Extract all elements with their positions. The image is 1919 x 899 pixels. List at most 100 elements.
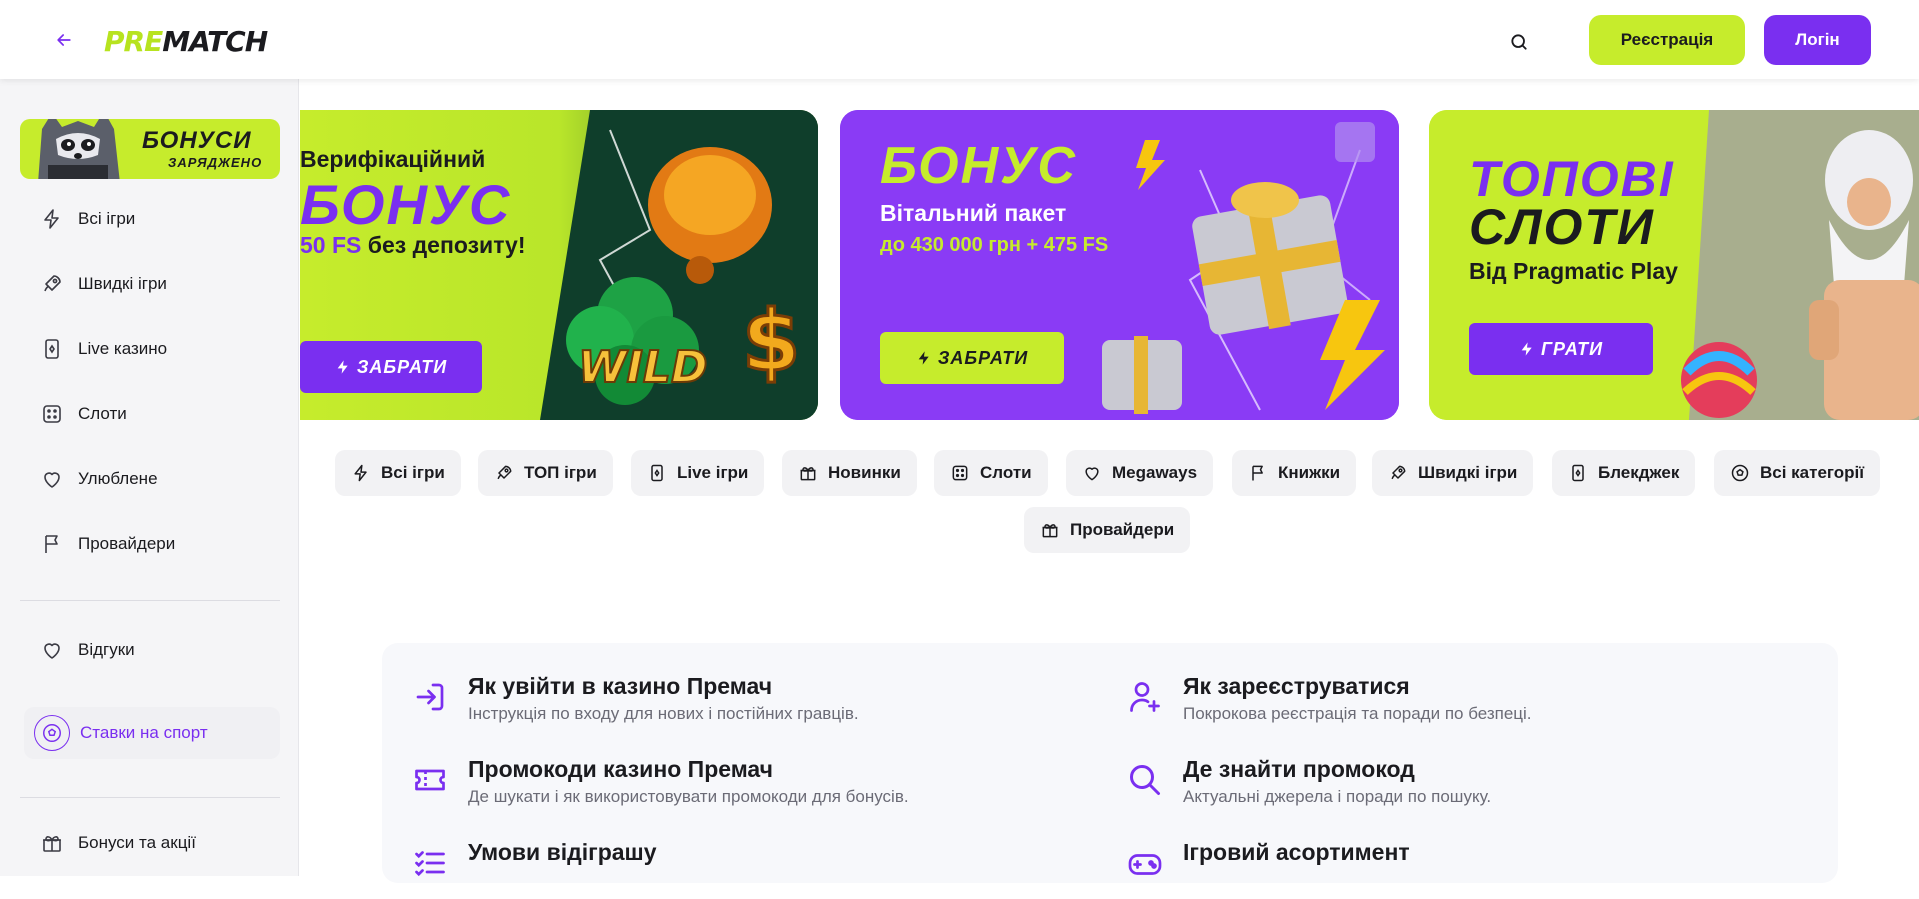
category-chip-new[interactable]: Новинки <box>782 450 917 496</box>
verification-bonus-banner[interactable]: $ WILD Верифікаційний БОНУС 50 FS без де… <box>300 110 818 420</box>
sidebar-item-bonuses[interactable]: Бонуси та акції <box>20 818 280 868</box>
sidebar-item-fast-games[interactable]: Швидкі ігри <box>20 259 280 309</box>
sidebar-item-label: Live казино <box>78 339 168 358</box>
raccoon-mascot-icon <box>38 119 120 179</box>
chip-label: Megaways <box>1112 463 1198 482</box>
banner-line-1: Від Pragmatic Play <box>1469 258 1678 284</box>
flag-icon <box>45 535 58 553</box>
category-chip-blackjack[interactable]: Блекджек <box>1552 450 1696 496</box>
heart-icon <box>1085 467 1099 481</box>
banner-big-title-2: СЛОТИ <box>1469 199 1655 255</box>
card-icon <box>1572 464 1584 482</box>
info-link-login[interactable]: Як увійти в казино Премач Інструкція по … <box>412 673 1092 733</box>
lightning-icon <box>337 360 348 374</box>
info-link-find-promocode[interactable]: Де знайти промокод Актуальні джерела і п… <box>1127 756 1807 816</box>
heart-icon <box>44 643 60 659</box>
gift-icon <box>1042 524 1058 538</box>
chip-label: ТОП ігри <box>524 463 597 482</box>
info-title: Ігровий асортимент <box>1183 839 1410 865</box>
sidebar-item-label: Швидкі ігри <box>78 274 167 293</box>
lightning-icon <box>918 351 929 365</box>
user-plus-icon <box>1130 682 1160 712</box>
promo-title: БОНУСИ <box>142 127 252 154</box>
ball-icon <box>1731 464 1749 482</box>
chip-label: Книжки <box>1278 463 1341 482</box>
back-button[interactable] <box>48 26 80 54</box>
sidebar-item-label: Слоти <box>78 404 127 423</box>
info-title: Промокоди казино Премач <box>468 756 774 782</box>
sidebar-item-providers[interactable]: Провайдери <box>20 519 280 569</box>
sidebar-item-slots[interactable]: Слоти <box>20 389 280 439</box>
sidebar-item-reviews[interactable]: Відгуки <box>20 625 280 675</box>
banner-line-2: до 430 000 грн + 475 FS <box>880 234 1109 256</box>
info-link-wagering[interactable]: Умови відіграшу <box>412 839 1092 899</box>
info-link-game-assortment[interactable]: Ігровий асортимент <box>1127 839 1807 899</box>
chip-label: Всі категорії <box>1760 463 1865 482</box>
soccer-ball-icon <box>34 715 70 751</box>
sidebar-item-label: Відгуки <box>78 640 135 659</box>
category-chip-top-games[interactable]: ТОП ігри <box>478 450 613 496</box>
banner-line-1: Вітальний пакет <box>880 200 1067 226</box>
category-chip-providers[interactable]: Провайдери <box>1024 507 1191 553</box>
rocket-icon <box>1391 465 1406 480</box>
play-button[interactable]: ГРАТИ <box>1469 323 1653 375</box>
search-icon <box>1511 34 1527 50</box>
logo-part-pre: PRE <box>104 25 163 58</box>
sidebar-item-label: Улюблене <box>78 469 158 488</box>
play-button-label: ГРАТИ <box>1540 338 1604 359</box>
claim-button-label: ЗАБРАТИ <box>356 356 448 377</box>
top-slots-banner[interactable]: ТОПОВІ СЛОТИ Від Pragmatic Play ГРАТИ <box>1429 110 1919 420</box>
category-chip-all-games[interactable]: Всі ігри <box>335 450 461 496</box>
category-chip-live-games[interactable]: Live ігри <box>631 450 765 496</box>
logo-part-match: MATCH <box>162 25 268 58</box>
register-button[interactable]: Реєстрація <box>1589 15 1745 65</box>
ticket-icon <box>415 769 445 791</box>
banner-big-title: БОНУС <box>300 173 512 236</box>
sidebar-item-all-games[interactable]: Всі ігри <box>20 194 280 244</box>
sidebar-item-sport-betting[interactable]: Ставки на спорт <box>24 707 280 759</box>
sidebar-item-label: Всі ігри <box>78 209 136 228</box>
rocket-icon <box>44 275 61 292</box>
flag-icon <box>1252 465 1263 481</box>
info-desc: Покрокова реєстрація та поради по безпец… <box>1183 704 1532 723</box>
dice-icon <box>43 405 61 423</box>
info-link-register[interactable]: Як зареєструватися Покрокова реєстрація … <box>1127 673 1807 733</box>
login-icon <box>416 683 444 711</box>
sidebar-item-favorites[interactable]: Улюблене <box>20 454 280 504</box>
banner-line-1: Верифікаційний <box>300 146 486 172</box>
category-chip-books[interactable]: Книжки <box>1232 450 1357 496</box>
banner-fs-text: без депозиту! <box>367 232 526 258</box>
lightning-icon <box>1521 342 1532 356</box>
banner-big-title: БОНУС <box>880 137 1077 195</box>
claim-button[interactable]: ЗАБРАТИ <box>300 341 482 393</box>
category-chip-fast-games[interactable]: Швидкі ігри <box>1372 450 1534 496</box>
category-chip-slots[interactable]: Слоти <box>934 450 1048 496</box>
bonuses-promo-banner[interactable]: БОНУСИ ЗАРЯДЖЕНО <box>20 119 280 179</box>
category-chip-megaways[interactable]: Megaways <box>1066 450 1214 496</box>
sidebar-item-label: Ставки на спорт <box>80 723 208 742</box>
top-header: PREMATCH Реєстрація Логін <box>0 0 1919 79</box>
claim-button-label: ЗАБРАТИ <box>937 347 1029 368</box>
claim-button[interactable]: ЗАБРАТИ <box>880 332 1064 384</box>
gift-icon <box>43 836 61 852</box>
search-icon <box>1130 765 1160 795</box>
info-links-panel: Як увійти в казино Премач Інструкція по … <box>382 643 1838 883</box>
welcome-bonus-banner[interactable]: БОНУС Вітальний пакет до 430 000 грн + 4… <box>840 110 1399 420</box>
lightning-icon <box>44 209 59 229</box>
sidebar-divider <box>20 797 280 798</box>
sidebar-divider <box>20 600 280 601</box>
sidebar: БОНУСИ ЗАРЯДЖЕНО Всі ігри Швидкі ігри Li… <box>0 79 299 876</box>
banner-line-3: 50 FS без депозиту! <box>300 232 525 259</box>
category-chip-all-categories[interactable]: Всі категорії <box>1714 450 1881 496</box>
login-button[interactable]: Логін <box>1764 15 1871 65</box>
card-icon <box>45 339 59 359</box>
info-title: Як увійти в казино Премач <box>468 673 773 699</box>
prematch-logo[interactable]: PREMATCH <box>104 25 268 58</box>
info-link-promocodes[interactable]: Промокоди казино Премач Де шукати і як в… <box>412 756 1092 816</box>
gift-icon <box>800 467 816 481</box>
svg-text:$: $ <box>742 292 800 390</box>
chip-label: Швидкі ігри <box>1418 463 1518 482</box>
sidebar-item-live-casino[interactable]: Live казино <box>20 324 280 374</box>
promo-subtitle: ЗАРЯДЖЕНО <box>168 155 263 170</box>
search-button[interactable] <box>1504 27 1534 57</box>
